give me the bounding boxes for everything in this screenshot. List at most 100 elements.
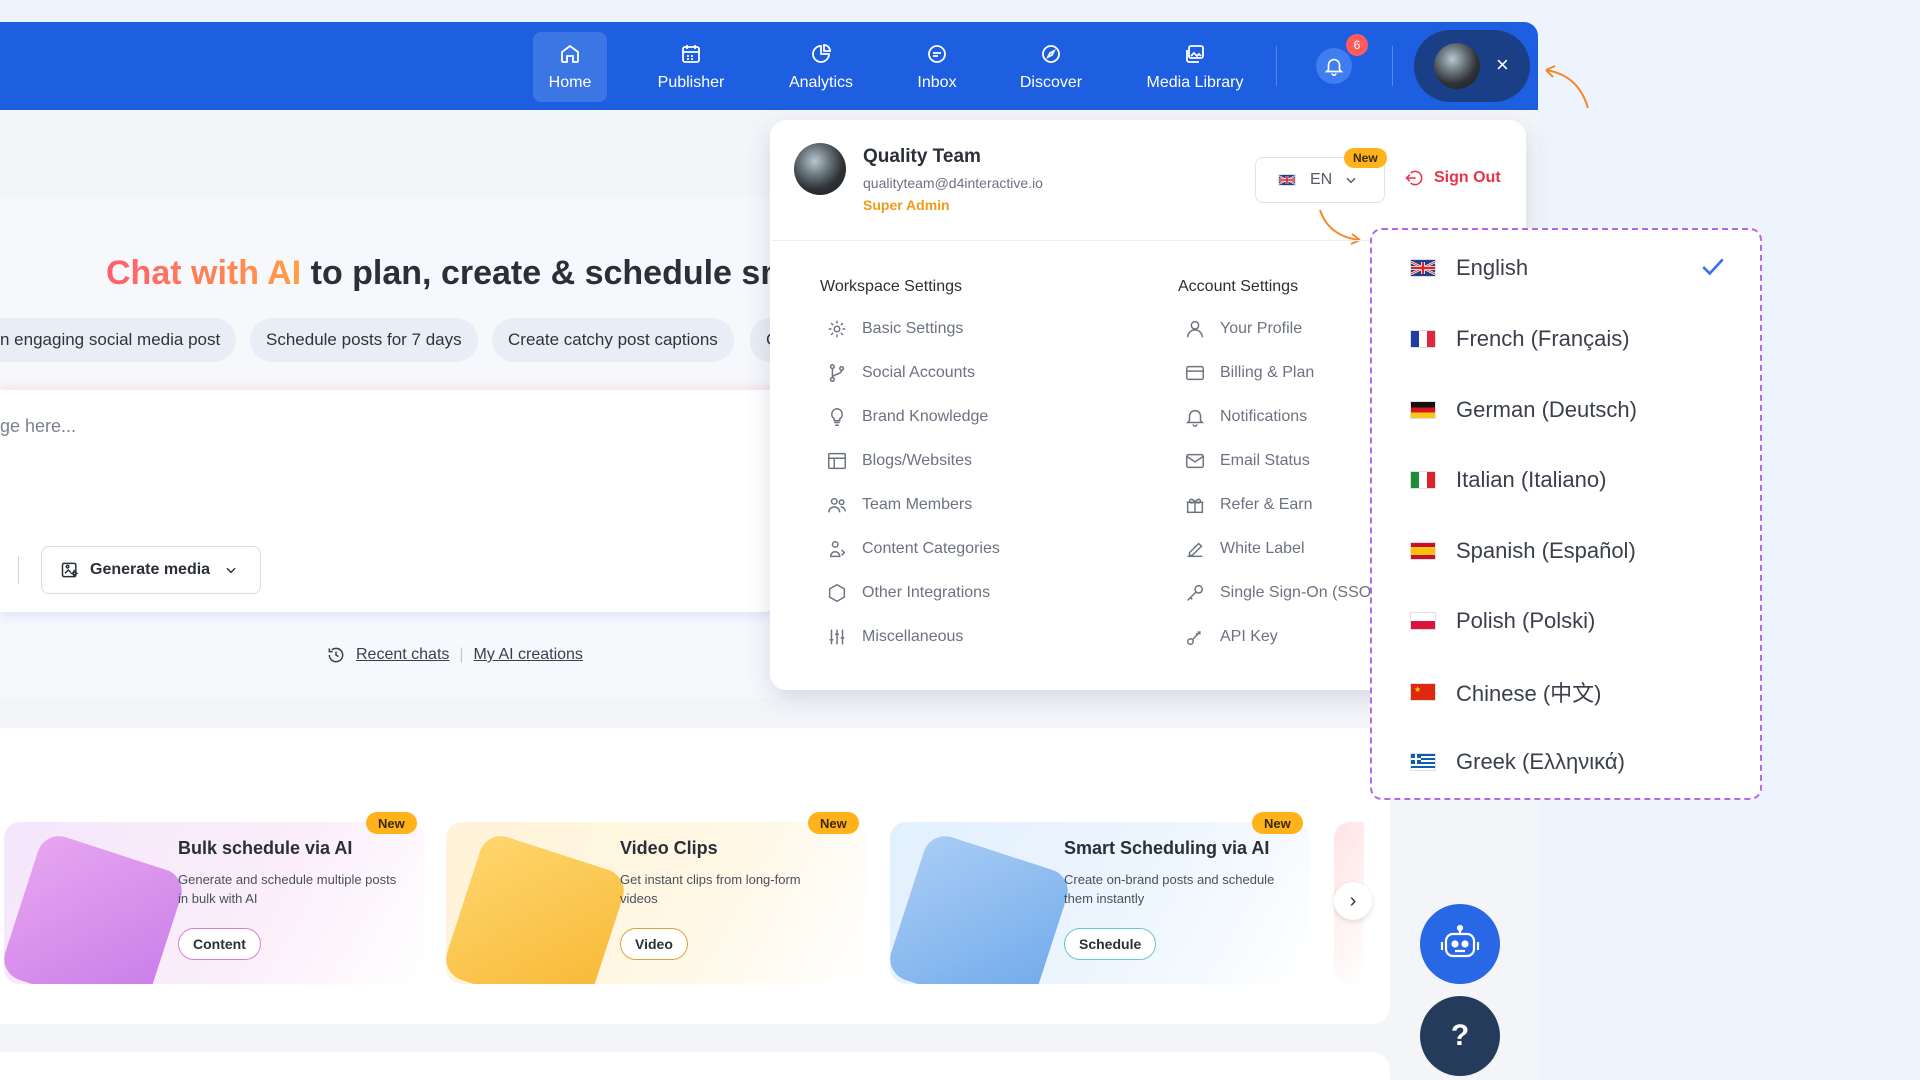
user-icon bbox=[1186, 320, 1204, 338]
avatar bbox=[1434, 43, 1480, 89]
menu-social-accounts[interactable]: Social Accounts bbox=[826, 362, 975, 384]
language-option-english[interactable]: English bbox=[1410, 248, 1750, 288]
menu-white-label[interactable]: White Label bbox=[1184, 538, 1305, 560]
ai-hero-title: Chat with AI to plan, create & schedule … bbox=[106, 254, 823, 292]
menu-team-members[interactable]: Team Members bbox=[826, 494, 972, 516]
language-option-polish[interactable]: Polish (Polski) bbox=[1410, 601, 1750, 641]
close-icon[interactable]: × bbox=[1496, 52, 1509, 78]
my-ai-creations-link[interactable]: My AI creations bbox=[474, 646, 583, 664]
language-option-german[interactable]: German (Deutsch) bbox=[1410, 390, 1750, 430]
menu-billing-plan[interactable]: Billing & Plan bbox=[1184, 362, 1314, 384]
feature-description: Get instant clips from long-form videos bbox=[620, 872, 801, 906]
carousel-next-button[interactable]: › bbox=[1334, 882, 1372, 920]
video-button[interactable]: Video bbox=[620, 928, 688, 960]
generate-media-label: Generate media bbox=[90, 561, 211, 578]
images-icon bbox=[1186, 45, 1204, 63]
feature-title: Video Clips bbox=[620, 838, 718, 858]
uk-flag-icon bbox=[1278, 174, 1296, 186]
nav-home-label: Home bbox=[548, 74, 592, 91]
feature-description: Generate and schedule multiple posts in … bbox=[178, 872, 397, 906]
language-new-badge: New bbox=[1344, 148, 1387, 168]
checkmark-icon bbox=[1702, 258, 1724, 276]
generate-media-button[interactable]: Generate media bbox=[41, 546, 261, 594]
profile-email: qualityteam@d4interactive.io bbox=[863, 175, 1043, 191]
nav-media-library-label: Media Library bbox=[1146, 74, 1244, 91]
lightbulb-icon bbox=[831, 408, 843, 426]
user-tag-icon bbox=[829, 540, 846, 558]
menu-miscellaneous[interactable]: Miscellaneous bbox=[826, 626, 963, 648]
menu-email-status[interactable]: Email Status bbox=[1184, 450, 1310, 472]
language-option-french[interactable]: French (Français) bbox=[1410, 319, 1750, 359]
language-list bbox=[1370, 228, 1762, 800]
chevron-right-icon: › bbox=[1349, 889, 1357, 912]
nav-analytics-label: Analytics bbox=[788, 74, 854, 91]
dropdown-divider bbox=[772, 240, 1372, 241]
video-clips-illustration-icon bbox=[446, 830, 630, 984]
menu-notifications[interactable]: Notifications bbox=[1184, 406, 1307, 428]
feature-card-video-clips[interactable]: Video Clips Get instant clips from long-… bbox=[446, 822, 866, 984]
language-option-italian[interactable]: Italian (Italiano) bbox=[1410, 460, 1750, 500]
spain-flag-icon bbox=[1410, 542, 1436, 560]
bell-icon bbox=[1185, 409, 1205, 427]
git-branch-icon bbox=[829, 364, 845, 382]
schedule-button[interactable]: Schedule bbox=[1064, 928, 1157, 960]
credit-card-icon bbox=[1186, 365, 1204, 381]
feature-title: Bulk schedule via AI bbox=[178, 838, 353, 858]
sign-out-button[interactable]: Sign Out bbox=[1404, 168, 1501, 188]
prompt-chip[interactable]: Schedule posts for 7 days bbox=[250, 318, 478, 362]
help-button[interactable]: ? bbox=[1420, 996, 1500, 1076]
nav-inbox[interactable]: Inbox bbox=[908, 32, 966, 102]
workspace-settings-heading: Workspace Settings bbox=[820, 278, 962, 295]
toolbar-divider bbox=[18, 556, 19, 584]
nav-divider bbox=[1392, 46, 1393, 86]
new-badge: New bbox=[366, 812, 417, 834]
home-icon bbox=[561, 44, 579, 63]
new-badge: New bbox=[808, 812, 859, 834]
menu-other-integrations[interactable]: Other Integrations bbox=[826, 582, 990, 604]
chevron-down-icon bbox=[226, 567, 236, 574]
menu-brand-knowledge[interactable]: Brand Knowledge bbox=[826, 406, 988, 428]
feature-card-bulk-schedule[interactable]: Bulk schedule via AI Generate and schedu… bbox=[4, 822, 424, 984]
notifications-button[interactable] bbox=[1316, 48, 1352, 84]
menu-blogs-websites[interactable]: Blogs/Websites bbox=[826, 450, 972, 472]
nav-discover-label: Discover bbox=[1019, 74, 1083, 91]
nav-discover[interactable]: Discover bbox=[1012, 32, 1090, 102]
chevron-down-icon bbox=[1346, 177, 1356, 184]
italy-flag-icon bbox=[1410, 471, 1436, 489]
uk-flag-icon bbox=[1410, 259, 1436, 277]
menu-your-profile[interactable]: Your Profile bbox=[1184, 318, 1302, 340]
sign-out-icon bbox=[1405, 170, 1423, 186]
edit-label-icon bbox=[1187, 542, 1203, 558]
recent-chats-link[interactable]: Recent chats bbox=[356, 646, 449, 664]
france-flag-icon bbox=[1410, 330, 1436, 348]
hexagon-icon bbox=[828, 583, 846, 603]
menu-single-sign-on[interactable]: Single Sign-On (SSO bbox=[1184, 582, 1374, 604]
menu-content-categories[interactable]: Content Categories bbox=[826, 538, 1000, 560]
language-option-greek[interactable]: Greek (Ελληνικά) bbox=[1410, 742, 1750, 782]
sign-out-label: Sign Out bbox=[1434, 169, 1501, 186]
prompt-chip[interactable]: Create catchy post captions bbox=[492, 318, 734, 362]
bulk-schedule-illustration-icon bbox=[4, 830, 188, 984]
language-option-chinese[interactable]: ★ Chinese (中文) bbox=[1410, 672, 1750, 712]
robot-icon bbox=[1440, 924, 1480, 958]
nav-publisher[interactable]: Publisher bbox=[648, 32, 734, 102]
history-icon bbox=[328, 647, 344, 663]
content-button[interactable]: Content bbox=[178, 928, 261, 960]
ai-assistant-button[interactable] bbox=[1420, 904, 1500, 984]
language-option-spanish[interactable]: Spanish (Español) bbox=[1410, 531, 1750, 571]
feature-card-smart-scheduling[interactable]: Smart Scheduling via AI Create on-brand … bbox=[890, 822, 1310, 984]
api-key-icon bbox=[1186, 630, 1202, 646]
menu-basic-settings[interactable]: Basic Settings bbox=[826, 318, 963, 340]
menu-api-key[interactable]: API Key bbox=[1184, 626, 1278, 648]
media-generate-icon bbox=[61, 562, 79, 578]
key-icon bbox=[1187, 584, 1204, 601]
nav-analytics[interactable]: Analytics bbox=[780, 32, 862, 102]
nav-home[interactable]: Home bbox=[533, 32, 607, 102]
chat-history-links: Recent chats | My AI creations bbox=[326, 645, 583, 665]
prompt-chip[interactable]: n engaging social media post bbox=[0, 318, 237, 362]
profile-menu-toggle[interactable]: × bbox=[1414, 30, 1530, 102]
new-badge: New bbox=[1252, 812, 1303, 834]
ai-message-input[interactable]: ge here... bbox=[0, 416, 76, 437]
menu-refer-earn[interactable]: Refer & Earn bbox=[1184, 494, 1312, 516]
nav-media-library[interactable]: Media Library bbox=[1138, 32, 1252, 102]
